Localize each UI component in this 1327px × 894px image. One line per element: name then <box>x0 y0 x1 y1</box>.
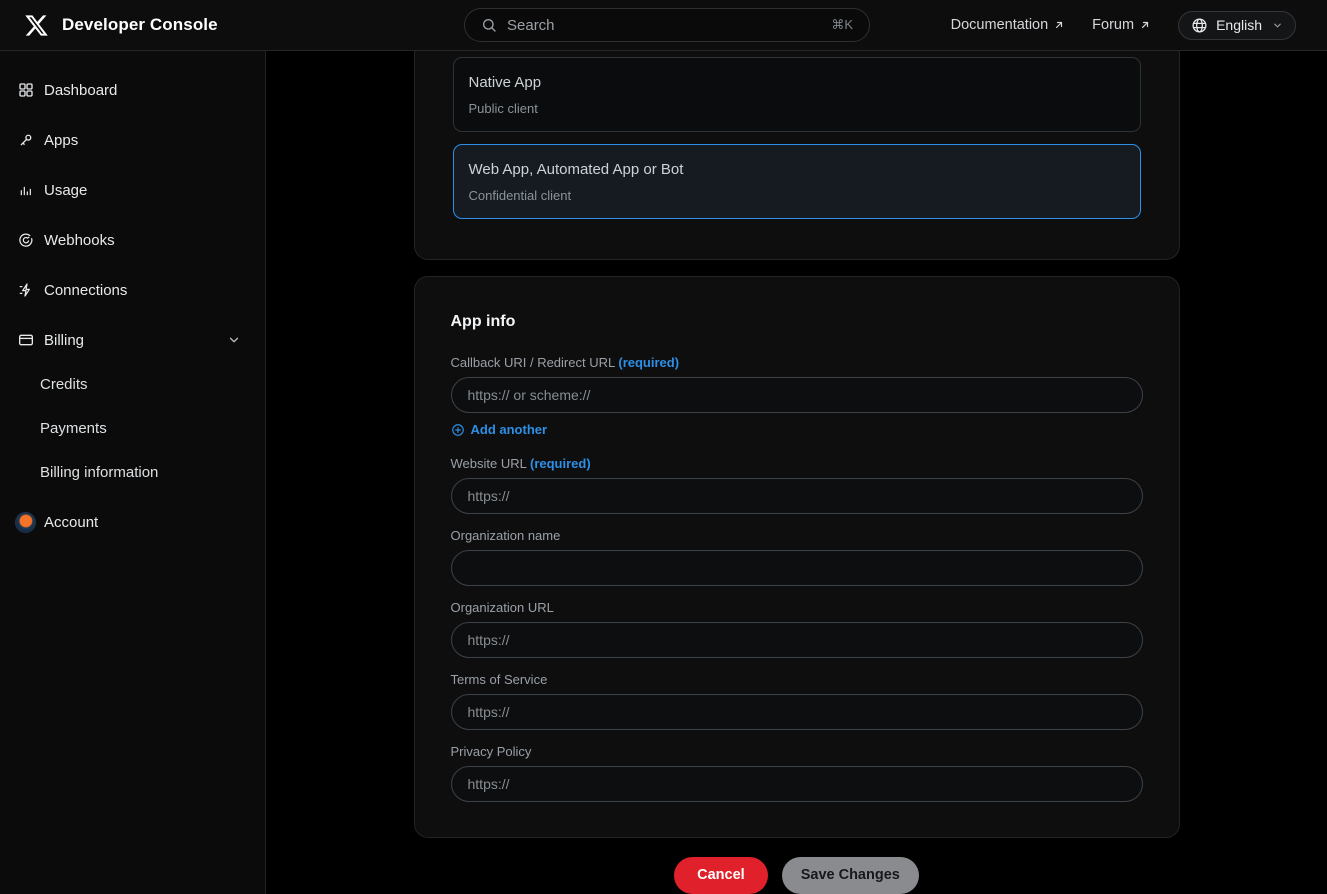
webhook-icon <box>18 232 34 248</box>
sidebar-subitem-label: Credits <box>40 376 88 393</box>
search-bar[interactable]: ⌘K <box>464 8 870 42</box>
field-label-text: Website URL <box>451 456 527 471</box>
sidebar-subitem-label: Billing information <box>40 464 158 481</box>
sidebar-item-usage[interactable]: Usage <box>0 165 265 215</box>
language-selector[interactable]: English <box>1178 11 1296 40</box>
field-label: Callback URI / Redirect URL (required) <box>451 355 1143 370</box>
sidebar-item-label: Dashboard <box>44 82 117 99</box>
sidebar-item-billing-information[interactable]: Billing information <box>0 450 265 494</box>
globe-icon <box>1191 17 1208 34</box>
main-content: Native App Public client Web App, Automa… <box>266 51 1327 894</box>
sidebar-item-payments[interactable]: Payments <box>0 406 265 450</box>
field-label: Privacy Policy <box>451 744 1143 759</box>
field-label: Website URL (required) <box>451 456 1143 471</box>
developer-console-app: Developer Console ⌘K Documentation Forum… <box>0 0 1327 894</box>
bolt-icon <box>18 282 34 298</box>
option-subtitle: Public client <box>469 101 1125 116</box>
client-type-option-native-app[interactable]: Native App Public client <box>453 57 1141 132</box>
field-label-text: Organization name <box>451 528 561 543</box>
sidebar-item-label: Usage <box>44 182 87 199</box>
sidebar-item-apps[interactable]: Apps <box>0 115 265 165</box>
callback-url-input[interactable] <box>451 377 1143 413</box>
field-label: Terms of Service <box>451 672 1143 687</box>
search-icon <box>481 17 497 33</box>
required-badge: (required) <box>618 355 679 370</box>
field-label-text: Privacy Policy <box>451 744 532 759</box>
field-label-text: Terms of Service <box>451 672 548 687</box>
header-links: Documentation Forum English <box>951 11 1296 40</box>
sidebar-item-account[interactable]: Account <box>0 497 265 547</box>
sidebar-item-billing[interactable]: Billing <box>0 315 265 365</box>
sidebar-item-label: Webhooks <box>44 232 115 249</box>
forum-link-label: Forum <box>1092 17 1134 33</box>
organization-url-input[interactable] <box>451 622 1143 658</box>
form-actions: Cancel Save Changes <box>414 857 1180 894</box>
field-label: Organization name <box>451 528 1143 543</box>
organization-name-input[interactable] <box>451 550 1143 586</box>
website-url-input[interactable] <box>451 478 1143 514</box>
cancel-button[interactable]: Cancel <box>674 857 768 894</box>
sidebar-item-label: Connections <box>44 282 127 299</box>
field-label-text: Organization URL <box>451 600 554 615</box>
top-bar: Developer Console ⌘K Documentation Forum… <box>0 0 1327 51</box>
option-subtitle: Confidential client <box>469 188 1125 203</box>
add-another-link[interactable]: Add another <box>451 422 548 437</box>
sidebar: Dashboard Apps Usage Webhooks <box>0 51 266 894</box>
chevron-down-icon <box>227 333 241 347</box>
x-logo-icon <box>24 13 49 38</box>
sidebar-item-dashboard[interactable]: Dashboard <box>0 65 265 115</box>
sidebar-item-credits[interactable]: Credits <box>0 362 265 406</box>
section-title: App info <box>451 313 1143 331</box>
privacy-policy-input[interactable] <box>451 766 1143 802</box>
key-icon <box>18 132 34 148</box>
credit-card-icon <box>18 332 34 348</box>
client-type-option-web-app[interactable]: Web App, Automated App or Bot Confidenti… <box>453 144 1141 219</box>
app-info-card: App info Callback URI / Redirect URL (re… <box>414 276 1180 838</box>
chevron-down-icon <box>1272 20 1283 31</box>
external-link-icon <box>1053 19 1065 31</box>
language-label: English <box>1216 17 1262 33</box>
sidebar-item-webhooks[interactable]: Webhooks <box>0 215 265 265</box>
field-label-text: Callback URI / Redirect URL <box>451 355 615 370</box>
required-badge: (required) <box>530 456 591 471</box>
sidebar-item-label: Apps <box>44 132 78 149</box>
grid-icon <box>18 82 34 98</box>
documentation-link-label: Documentation <box>951 17 1049 33</box>
client-type-card: Native App Public client Web App, Automa… <box>414 51 1180 260</box>
sidebar-item-connections[interactable]: Connections <box>0 265 265 315</box>
bar-chart-icon <box>18 182 34 198</box>
search-shortcut: ⌘K <box>831 17 853 33</box>
field-website-url: Website URL (required) <box>451 456 1143 514</box>
sidebar-subitem-label: Payments <box>40 420 107 437</box>
brand: Developer Console <box>24 13 218 38</box>
field-privacy-policy: Privacy Policy <box>451 744 1143 802</box>
field-label: Organization URL <box>451 600 1143 615</box>
avatar <box>15 512 36 533</box>
save-changes-button[interactable]: Save Changes <box>782 857 919 894</box>
billing-submenu: Credits Payments Billing information <box>0 362 265 494</box>
terms-of-service-input[interactable] <box>451 694 1143 730</box>
documentation-link[interactable]: Documentation <box>951 17 1066 33</box>
field-organization-name: Organization name <box>451 528 1143 586</box>
external-link-icon <box>1139 19 1151 31</box>
sidebar-item-label: Account <box>44 514 98 531</box>
option-title: Native App <box>469 74 1125 91</box>
plus-circle-icon <box>451 423 465 437</box>
field-terms-of-service: Terms of Service <box>451 672 1143 730</box>
field-organization-url: Organization URL <box>451 600 1143 658</box>
field-callback-url: Callback URI / Redirect URL (required) A… <box>451 355 1143 442</box>
app-title: Developer Console <box>62 15 218 35</box>
option-title: Web App, Automated App or Bot <box>469 161 1125 178</box>
forum-link[interactable]: Forum <box>1092 17 1151 33</box>
add-another-label: Add another <box>471 422 548 437</box>
sidebar-item-label: Billing <box>44 332 84 349</box>
search-input[interactable] <box>507 17 821 34</box>
